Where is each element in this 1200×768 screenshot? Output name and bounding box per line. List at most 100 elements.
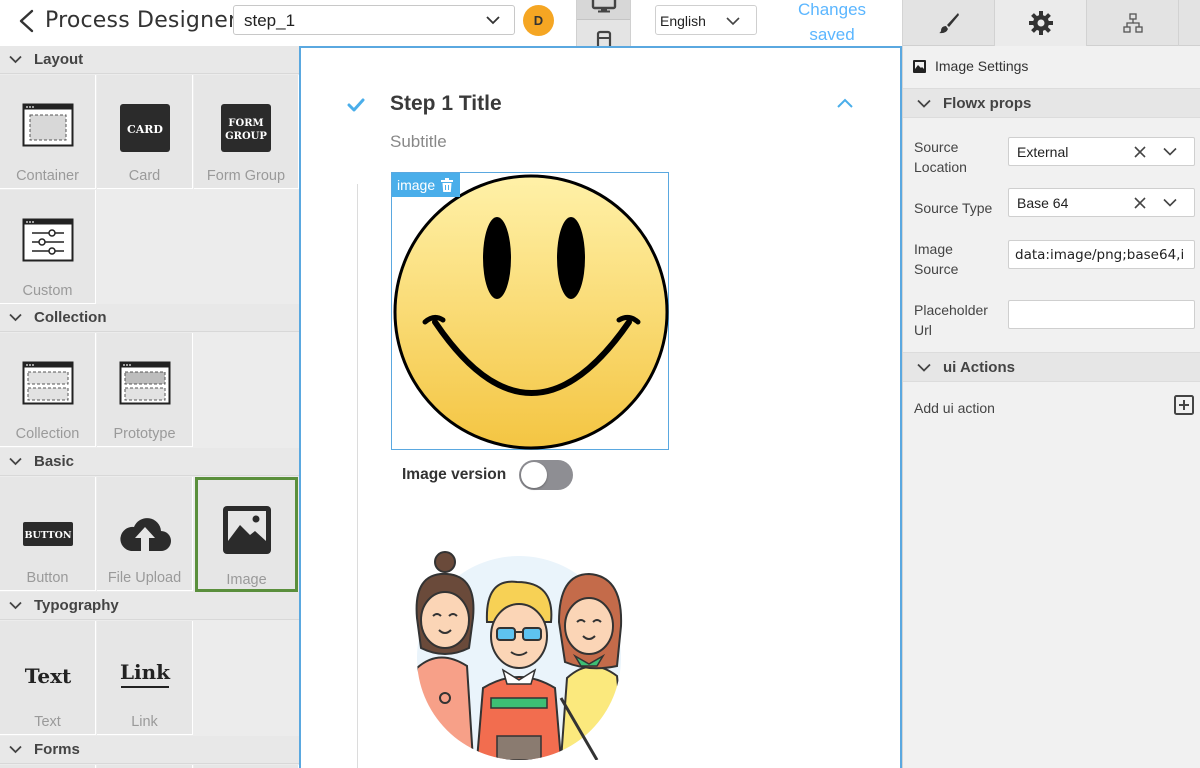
placeholder-url-label-line1: Placeholder	[914, 302, 988, 318]
image-source-input[interactable]	[1008, 240, 1195, 269]
design-canvas[interactable]: Step 1 Title Subtitle image Image versio…	[299, 46, 902, 768]
custom-icon	[22, 218, 73, 262]
placeholder-url-input[interactable]	[1008, 300, 1195, 329]
image-source-label: Image Source	[914, 239, 958, 279]
smiley-face-image	[393, 174, 669, 450]
user-avatar[interactable]: D	[523, 5, 554, 36]
palette-item-card[interactable]: CARD Card	[97, 75, 193, 189]
card-icon: CARD	[119, 104, 170, 152]
palette-item-label: Custom	[22, 283, 73, 299]
palette-item-label: Image	[226, 572, 267, 588]
palette-item-file-upload[interactable]: File Upload	[97, 477, 193, 591]
plus-square-icon[interactable]	[1173, 394, 1195, 416]
image-settings-title: Image Settings	[913, 58, 1028, 74]
palette-item-link[interactable]: Link Link	[97, 621, 193, 735]
source-type-select[interactable]: Base 64	[1008, 188, 1195, 217]
section-typography-header[interactable]: Typography	[0, 592, 299, 620]
placeholder-url-label-line2: Url	[914, 322, 932, 338]
image-version-label: Image version	[402, 466, 507, 483]
clear-icon[interactable]	[1133, 145, 1147, 159]
chevron-down-icon	[9, 745, 22, 754]
source-type-label: Source Type	[914, 200, 993, 216]
image-component-selected[interactable]: image	[391, 172, 669, 450]
image-icon	[222, 506, 271, 554]
palette-item-text[interactable]: Text Text	[0, 621, 96, 735]
prototype-icon	[119, 361, 170, 405]
section-ui-actions-label: ui Actions	[943, 359, 1015, 376]
tab-settings[interactable]	[995, 0, 1087, 46]
top-bar: Process Designer step_1 D English Change…	[0, 0, 902, 46]
mobile-icon[interactable]	[596, 30, 612, 46]
palette-item-label: Form Group	[206, 168, 286, 184]
palette-item-label: Prototype	[113, 426, 176, 442]
section-flowx-props-header[interactable]: Flowx props	[903, 88, 1200, 118]
palette-item-label: Container	[16, 168, 79, 184]
language-select[interactable]: English	[655, 5, 757, 35]
image-icon	[913, 59, 926, 73]
chevron-down-icon	[486, 16, 500, 25]
palette-item-collection[interactable]: Collection	[0, 333, 96, 447]
section-collection-header[interactable]: Collection	[0, 304, 299, 332]
device-switcher	[576, 0, 631, 46]
link-icon-text: Link	[119, 660, 170, 684]
chevron-down-icon	[9, 601, 22, 610]
tab-style[interactable]	[903, 0, 995, 46]
palette-empty-area	[194, 621, 299, 735]
source-location-label: Source Location	[914, 137, 967, 177]
section-layout-label: Layout	[34, 51, 84, 68]
form-group-icon-text-1: FORM	[228, 118, 263, 129]
section-flowx-props-label: Flowx props	[943, 95, 1032, 112]
palette-item-image[interactable]: Image	[195, 477, 298, 592]
palette-item-form-group[interactable]: FORM GROUP Form Group	[194, 75, 299, 189]
app-title: Process Designer	[45, 8, 238, 33]
section-layout-header[interactable]: Layout	[0, 46, 299, 74]
palette-item-label: Link	[131, 714, 158, 730]
save-status: Changes saved	[797, 0, 867, 44]
section-typography-label: Typography	[34, 597, 119, 614]
tab-structure[interactable]	[1087, 0, 1179, 46]
palette-item-label: Collection	[15, 426, 80, 442]
section-basic-header[interactable]: Basic	[0, 448, 299, 476]
chevron-down-icon	[726, 17, 740, 26]
desktop-view-button[interactable]	[577, 0, 630, 20]
step-subtitle: Subtitle	[390, 132, 447, 151]
source-location-label-line1: Source	[914, 139, 959, 155]
check-icon	[347, 98, 365, 112]
palette-item-container[interactable]: Container	[0, 75, 96, 189]
text-icon: Text	[24, 664, 71, 688]
palette-item-button[interactable]: BUTTON Button	[0, 477, 96, 591]
chevron-down-icon	[1163, 147, 1177, 156]
section-forms-header[interactable]: Forms	[0, 736, 299, 764]
palette-item-prototype[interactable]: Prototype	[97, 333, 193, 447]
clear-icon[interactable]	[1133, 196, 1147, 210]
image-version-toggle[interactable]	[519, 460, 573, 490]
card-icon-text: CARD	[127, 123, 163, 136]
hierarchy-icon	[1122, 13, 1143, 33]
source-type-value: Base 64	[1017, 195, 1069, 211]
source-location-label-line2: Location	[914, 159, 967, 175]
section-ui-actions-header[interactable]: ui Actions	[903, 352, 1200, 382]
source-location-select[interactable]: External	[1008, 137, 1195, 166]
button-icon-text: BUTTON	[24, 530, 71, 541]
cloud-upload-icon	[119, 518, 171, 551]
image-source-label-line1: Image	[914, 241, 953, 257]
trash-icon[interactable]	[441, 178, 454, 192]
chevron-up-icon[interactable]	[837, 98, 853, 109]
step-select[interactable]: step_1	[233, 5, 515, 35]
image-source-label-line2: Source	[914, 261, 959, 277]
palette-empty-area	[194, 333, 299, 447]
chevron-down-icon	[1163, 198, 1177, 207]
section-collection-label: Collection	[34, 309, 107, 326]
add-ui-action-label: Add ui action	[914, 400, 995, 416]
chevron-down-icon	[9, 313, 22, 322]
component-palette: Layout Container CARD Card FORM GROUP Fo…	[0, 46, 299, 768]
palette-item-custom[interactable]: Custom	[0, 190, 96, 304]
image-tag[interactable]: image	[392, 173, 461, 197]
chevron-down-icon	[917, 99, 931, 108]
back-chevron-icon[interactable]	[16, 8, 38, 34]
source-location-value: External	[1017, 144, 1069, 160]
desktop-icon	[591, 0, 617, 13]
toggle-knob	[521, 462, 547, 488]
people-illustration-image	[415, 551, 623, 760]
image-settings-label: Image Settings	[935, 58, 1029, 74]
